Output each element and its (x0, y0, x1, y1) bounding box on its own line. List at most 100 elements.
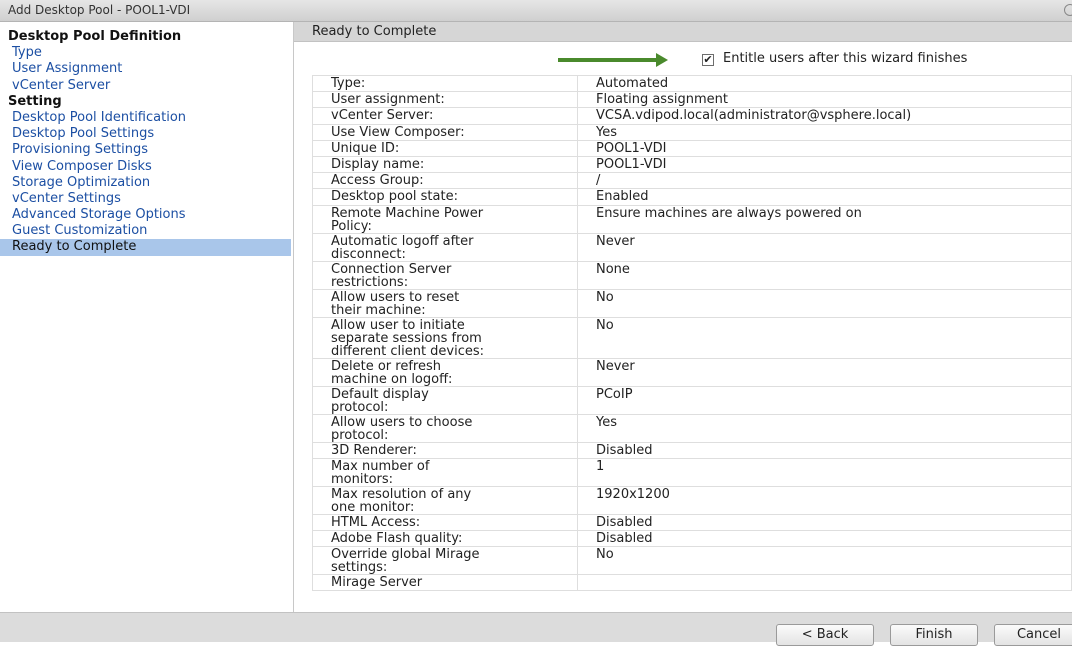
sidebar-item-desktop-pool-identification[interactable]: Desktop Pool Identification (0, 110, 293, 126)
summary-label: Unique ID: (312, 139, 578, 157)
summary-label: HTML Access: (312, 513, 578, 531)
wizard-footer: < Back Finish Cancel (0, 612, 1072, 646)
summary-row: Override global Mirage settings: No (312, 546, 1072, 576)
summary-value: PCoIP (577, 385, 1072, 415)
summary-row: Use View Composer: Yes (312, 123, 1072, 141)
summary-label: Use View Composer: (312, 123, 578, 141)
summary-value: POOL1-VDI (577, 139, 1072, 157)
summary-row: 3D Renderer: Disabled (312, 441, 1072, 459)
summary-value: Yes (577, 123, 1072, 141)
summary-value: Disabled (577, 513, 1072, 531)
back-button[interactable]: < Back (776, 624, 874, 646)
summary-row: Desktop pool state: Enabled (312, 188, 1072, 206)
summary-label: Automatic logoff after disconnect: (312, 232, 578, 262)
wizard-main-panel: Ready to Complete ✔ Entitle users after … (294, 22, 1072, 612)
summary-row: Max resolution of any one monitor: 1920x1… (312, 485, 1072, 515)
summary-value: None (577, 260, 1072, 290)
summary-label: Allow users to reset their machine: (312, 288, 578, 318)
summary-row: Mirage Server (312, 574, 1072, 592)
summary-label: Override global Mirage settings: (312, 546, 578, 576)
sidebar-item-view-composer-disks[interactable]: View Composer Disks (0, 159, 293, 175)
entitle-users-checkbox[interactable]: ✔ (702, 54, 714, 66)
summary-value: Yes (577, 413, 1072, 443)
summary-label: Default display protocol: (312, 385, 578, 415)
step-title: Ready to Complete (312, 24, 437, 39)
sidebar-item-vcenter-server[interactable]: vCenter Server (0, 78, 293, 94)
summary-label: 3D Renderer: (312, 441, 578, 459)
summary-row: Access Group: / (312, 172, 1072, 190)
summary-row: Display name: POOL1-VDI (312, 155, 1072, 174)
summary-value: POOL1-VDI (577, 155, 1072, 174)
settings-summary-table: Type: Automated User assignment: Floating a… (312, 74, 1072, 592)
summary-label: Access Group: (312, 172, 578, 190)
summary-value: Disabled (577, 441, 1072, 459)
cancel-button[interactable]: Cancel (994, 624, 1072, 646)
window-titlebar: Add Desktop Pool - POOL1-VDI (0, 0, 1072, 22)
summary-label: Max resolution of any one monitor: (312, 485, 578, 515)
summary-value: No (577, 316, 1072, 359)
window-title: Add Desktop Pool - POOL1-VDI (8, 3, 191, 17)
summary-value: Never (577, 357, 1072, 387)
callout-arrow-head-icon (656, 53, 668, 67)
summary-row: Max number of monitors: 1 (312, 457, 1072, 487)
sidebar-item-type[interactable]: Type (0, 45, 293, 61)
summary-row: Remote Machine Power Policy: Ensure machi… (312, 204, 1072, 234)
summary-label: Max number of monitors: (312, 457, 578, 487)
summary-label: Mirage Server (312, 574, 578, 592)
sidebar-section-heading: Setting (8, 93, 62, 109)
finish-button[interactable]: Finish (890, 624, 978, 646)
summary-label: Allow users to choose protocol: (312, 413, 578, 443)
summary-value: No (577, 546, 1072, 576)
sidebar-section-heading: Desktop Pool Definition (8, 29, 182, 44)
entitle-users-option: ✔ Entitle users after this wizard finish… (558, 50, 1072, 70)
sidebar-item-user-assignment[interactable]: User Assignment (0, 61, 293, 77)
summary-row: User assignment: Floating assignment (312, 91, 1072, 109)
step-title-bar: Ready to Complete (294, 22, 1072, 42)
summary-value: 1 (577, 457, 1072, 487)
summary-label: vCenter Server: (312, 107, 578, 125)
entitle-users-label[interactable]: Entitle users after this wizard finishes (723, 51, 967, 66)
summary-row: Automatic logoff after disconnect: Never (312, 232, 1072, 262)
summary-row: Default display protocol: PCoIP (312, 385, 1072, 415)
summary-label: Desktop pool state: (312, 188, 578, 206)
sidebar-item-storage-optimization[interactable]: Storage Optimization (0, 175, 293, 191)
summary-label: Allow user to initiate separate sessions… (312, 316, 578, 359)
window-control-icon[interactable] (1064, 4, 1072, 16)
summary-value: Disabled (577, 529, 1072, 548)
summary-label: Delete or refresh machine on logoff: (312, 357, 578, 387)
summary-row: Allow user to initiate separate sessions… (312, 316, 1072, 359)
summary-label: Adobe Flash quality: (312, 529, 578, 548)
summary-row: HTML Access: Disabled (312, 513, 1072, 531)
summary-label: Type: (312, 74, 578, 93)
summary-value: VCSA.vdipod.local(administrator@vsphere.… (577, 107, 1072, 125)
wizard-step-sidebar: Desktop Pool Definition Type User Assignme… (0, 22, 294, 612)
summary-row: Type: Automated (312, 74, 1072, 93)
summary-row: Connection Server restrictions: None (312, 260, 1072, 290)
summary-row: Adobe Flash quality: Disabled (312, 529, 1072, 548)
summary-value: No (577, 288, 1072, 318)
summary-row: vCenter Server: VCSA.vdipod.local(adminis… (312, 107, 1072, 125)
summary-label: Display name: (312, 155, 578, 174)
summary-value: Floating assignment (577, 91, 1072, 109)
sidebar-item-provisioning-settings[interactable]: Provisioning Settings (0, 142, 293, 158)
summary-row: Delete or refresh machine on logoff: Neve… (312, 357, 1072, 387)
sidebar-item-desktop-pool-settings[interactable]: Desktop Pool Settings (0, 126, 293, 142)
summary-value: 1920x1200 (577, 485, 1072, 515)
summary-row: Allow users to reset their machine: No (312, 288, 1072, 318)
summary-row: Unique ID: POOL1-VDI (312, 139, 1072, 157)
summary-label: Remote Machine Power Policy: (312, 204, 578, 234)
callout-arrow-icon (558, 58, 658, 62)
summary-value (577, 574, 1072, 592)
summary-value: Ensure machines are always powered on (577, 204, 1072, 234)
summary-value: Automated (577, 74, 1072, 93)
summary-row: Allow users to choose protocol: Yes (312, 413, 1072, 443)
summary-label: Connection Server restrictions: (312, 260, 578, 290)
sidebar-item-advanced-storage-options[interactable]: Advanced Storage Options (0, 207, 293, 223)
sidebar-item-guest-customization[interactable]: Guest Customization (0, 223, 293, 239)
summary-value: Enabled (577, 188, 1072, 206)
summary-value: Never (577, 232, 1072, 262)
summary-label: User assignment: (312, 91, 578, 109)
sidebar-item-vcenter-settings[interactable]: vCenter Settings (0, 191, 293, 207)
sidebar-item-ready-to-complete[interactable]: Ready to Complete (0, 239, 291, 256)
summary-value: / (577, 172, 1072, 190)
